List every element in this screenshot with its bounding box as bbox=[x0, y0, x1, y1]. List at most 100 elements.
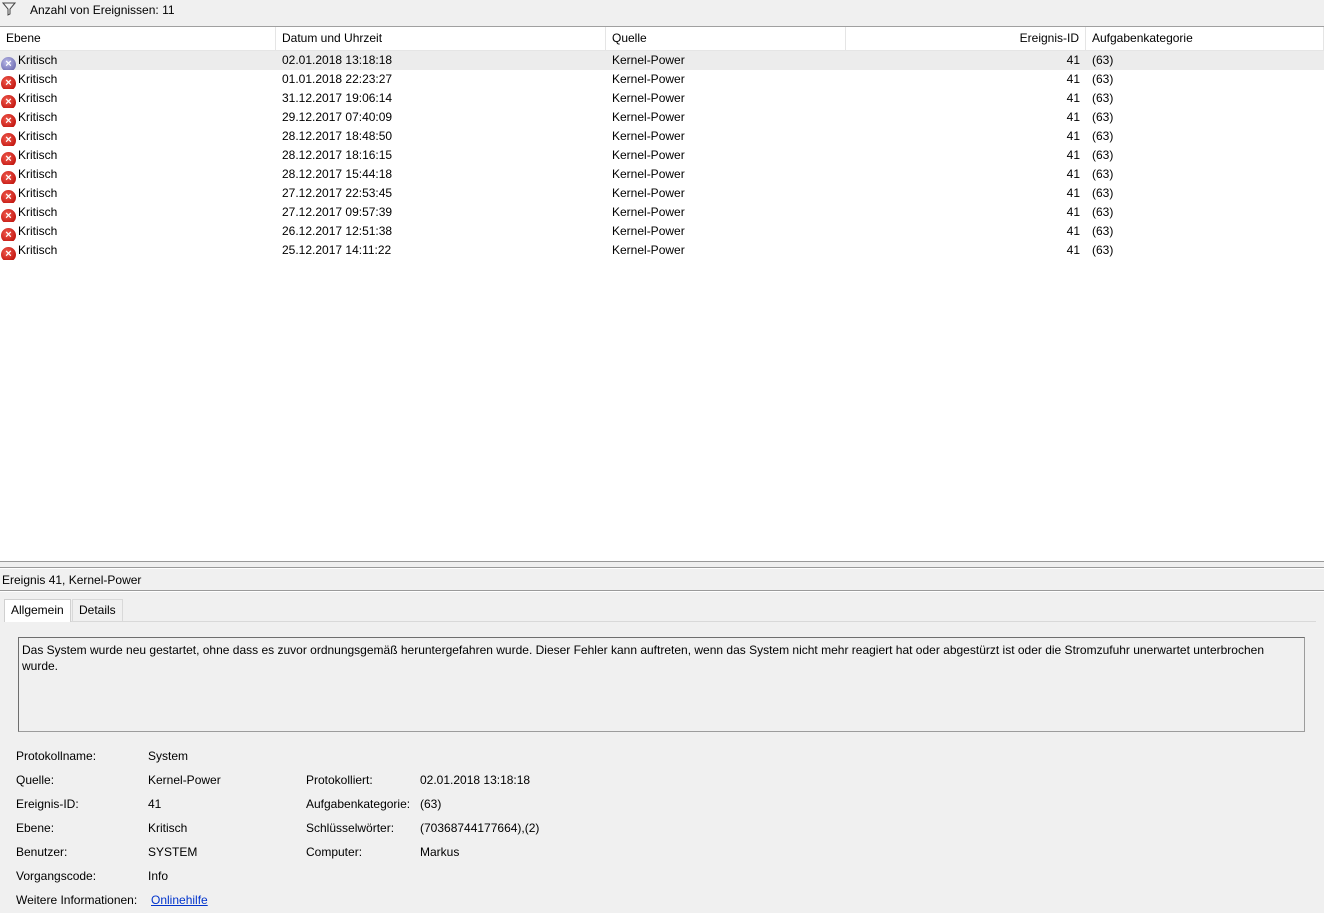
cell-task-category: (63) bbox=[1092, 224, 1114, 238]
table-row[interactable]: × Kritisch 29.12.2017 07:40:09 Kernel-Power… bbox=[0, 108, 1324, 127]
cell-source: Kernel-Power bbox=[612, 186, 685, 200]
cell-task-category: (63) bbox=[1092, 53, 1114, 67]
table-row[interactable]: × Kritisch 28.12.2017 15:44:18 Kernel-Power… bbox=[0, 165, 1324, 184]
cell-level: × Kritisch bbox=[1, 70, 271, 89]
column-header-level[interactable]: Ebene bbox=[0, 27, 276, 50]
cell-level: × Kritisch bbox=[1, 89, 271, 108]
label-user: Benutzer: bbox=[16, 845, 68, 859]
cell-source: Kernel-Power bbox=[612, 91, 685, 105]
cell-datetime: 01.01.2018 22:23:27 bbox=[282, 72, 393, 86]
value-task-category: (63) bbox=[420, 797, 442, 811]
table-row[interactable]: × Kritisch 26.12.2017 12:51:38 Kernel-Power… bbox=[0, 222, 1324, 241]
cell-datetime: 28.12.2017 18:16:15 bbox=[282, 148, 393, 162]
cell-task-category: (63) bbox=[1092, 186, 1114, 200]
cell-level: × Kritisch bbox=[1, 146, 271, 165]
value-user: SYSTEM bbox=[148, 845, 198, 859]
event-detail-pane: Allgemein Details Das System wurde neu g… bbox=[0, 592, 1324, 913]
value-opcode: Info bbox=[148, 869, 169, 883]
cell-level-text: Kritisch bbox=[18, 243, 58, 257]
cell-source: Kernel-Power bbox=[612, 205, 685, 219]
label-computer: Computer: bbox=[306, 845, 363, 859]
critical-error-icon: × bbox=[1, 228, 16, 241]
label-event-id: Ereignis-ID: bbox=[16, 797, 79, 811]
event-description[interactable]: Das System wurde neu gestartet, ohne das… bbox=[18, 637, 1305, 732]
cell-event-id: 41 bbox=[1066, 243, 1080, 257]
cell-level: × Kritisch bbox=[1, 184, 271, 203]
cell-source: Kernel-Power bbox=[612, 243, 685, 257]
label-log-name: Protokollname: bbox=[16, 749, 97, 763]
table-row[interactable]: × Kritisch 02.01.2018 13:18:18 Kernel-Power… bbox=[0, 51, 1324, 70]
event-detail-title: Ereignis 41, Kernel-Power bbox=[0, 569, 1324, 591]
column-header-source[interactable]: Quelle bbox=[606, 27, 846, 50]
cell-source: Kernel-Power bbox=[612, 224, 685, 238]
cell-level: × Kritisch bbox=[1, 51, 271, 70]
value-computer: Markus bbox=[420, 845, 460, 859]
table-row[interactable]: × Kritisch 27.12.2017 09:57:39 Kernel-Power… bbox=[0, 203, 1324, 222]
column-header-event-id[interactable]: Ereignis-ID bbox=[846, 27, 1086, 50]
cell-source: Kernel-Power bbox=[612, 72, 685, 86]
critical-error-icon: × bbox=[1, 114, 16, 127]
cell-source: Kernel-Power bbox=[612, 148, 685, 162]
cell-datetime: 28.12.2017 15:44:18 bbox=[282, 167, 393, 181]
label-task-category: Aufgabenkategorie: bbox=[306, 797, 411, 811]
label-level: Ebene: bbox=[16, 821, 55, 835]
event-list-header: Ebene Datum und Uhrzeit Quelle Ereignis-… bbox=[0, 27, 1324, 51]
cell-source: Kernel-Power bbox=[612, 129, 685, 143]
critical-error-icon: × bbox=[1, 76, 16, 89]
critical-error-icon: × bbox=[1, 95, 16, 108]
critical-error-icon: × bbox=[1, 190, 16, 203]
value-log-name: System bbox=[148, 749, 189, 763]
cell-task-category: (63) bbox=[1092, 148, 1114, 162]
cell-task-category: (63) bbox=[1092, 110, 1114, 124]
cell-source: Kernel-Power bbox=[612, 53, 685, 67]
value-keywords: (70368744177664),(2) bbox=[420, 821, 540, 835]
table-row[interactable]: × Kritisch 01.01.2018 22:23:27 Kernel-Power… bbox=[0, 70, 1324, 89]
tab-general[interactable]: Allgemein bbox=[4, 599, 71, 622]
table-row[interactable]: × Kritisch 28.12.2017 18:48:50 Kernel-Power… bbox=[0, 127, 1324, 146]
cell-task-category: (63) bbox=[1092, 91, 1114, 105]
cell-event-id: 41 bbox=[1066, 53, 1080, 67]
column-header-task-category[interactable]: Aufgabenkategorie bbox=[1086, 27, 1324, 50]
event-count-text: Anzahl von Ereignissen: 11 bbox=[30, 3, 175, 17]
label-keywords: Schlüsselwörter: bbox=[306, 821, 395, 835]
label-more-info: Weitere Informationen: bbox=[16, 893, 138, 907]
cell-level: × Kritisch bbox=[1, 241, 271, 260]
filter-icon[interactable] bbox=[1, 2, 17, 16]
cell-level-text: Kritisch bbox=[18, 186, 58, 200]
cell-level-text: Kritisch bbox=[18, 224, 58, 238]
value-event-id: 41 bbox=[148, 797, 162, 811]
cell-event-id: 41 bbox=[1066, 186, 1080, 200]
tab-details[interactable]: Details bbox=[72, 599, 123, 621]
general-tab-content: Das System wurde neu gestartet, ohne das… bbox=[4, 621, 1316, 914]
cell-task-category: (63) bbox=[1092, 243, 1114, 257]
column-header-datetime[interactable]: Datum und Uhrzeit bbox=[276, 27, 606, 50]
table-row[interactable]: × Kritisch 28.12.2017 18:16:15 Kernel-Power… bbox=[0, 146, 1324, 165]
cell-level-text: Kritisch bbox=[18, 205, 58, 219]
cell-datetime: 25.12.2017 14:11:22 bbox=[282, 243, 392, 257]
table-row[interactable]: × Kritisch 25.12.2017 14:11:22 Kernel-Power… bbox=[0, 241, 1324, 260]
value-source: Kernel-Power bbox=[148, 773, 221, 787]
online-help-link[interactable]: Onlinehilfe bbox=[151, 892, 208, 908]
critical-error-icon: × bbox=[1, 171, 16, 184]
cell-event-id: 41 bbox=[1066, 110, 1080, 124]
cell-source: Kernel-Power bbox=[612, 167, 685, 181]
cell-source: Kernel-Power bbox=[612, 110, 685, 124]
label-opcode: Vorgangscode: bbox=[16, 869, 97, 883]
critical-error-icon: × bbox=[1, 247, 16, 260]
cell-datetime: 29.12.2017 07:40:09 bbox=[282, 110, 393, 124]
cell-level: × Kritisch bbox=[1, 203, 271, 222]
cell-level: × Kritisch bbox=[1, 222, 271, 241]
cell-level: × Kritisch bbox=[1, 165, 271, 184]
cell-event-id: 41 bbox=[1066, 205, 1080, 219]
cell-datetime: 02.01.2018 13:18:18 bbox=[282, 53, 393, 67]
pane-splitter[interactable] bbox=[0, 561, 1324, 568]
cell-level-text: Kritisch bbox=[18, 129, 58, 143]
cell-event-id: 41 bbox=[1066, 167, 1080, 181]
cell-level: × Kritisch bbox=[1, 127, 271, 146]
value-level: Kritisch bbox=[148, 821, 188, 835]
table-row[interactable]: × Kritisch 31.12.2017 19:06:14 Kernel-Power… bbox=[0, 89, 1324, 108]
table-row[interactable]: × Kritisch 27.12.2017 22:53:45 Kernel-Power… bbox=[0, 184, 1324, 203]
cell-level-text: Kritisch bbox=[18, 91, 58, 105]
cell-level-text: Kritisch bbox=[18, 148, 58, 162]
cell-task-category: (63) bbox=[1092, 167, 1114, 181]
